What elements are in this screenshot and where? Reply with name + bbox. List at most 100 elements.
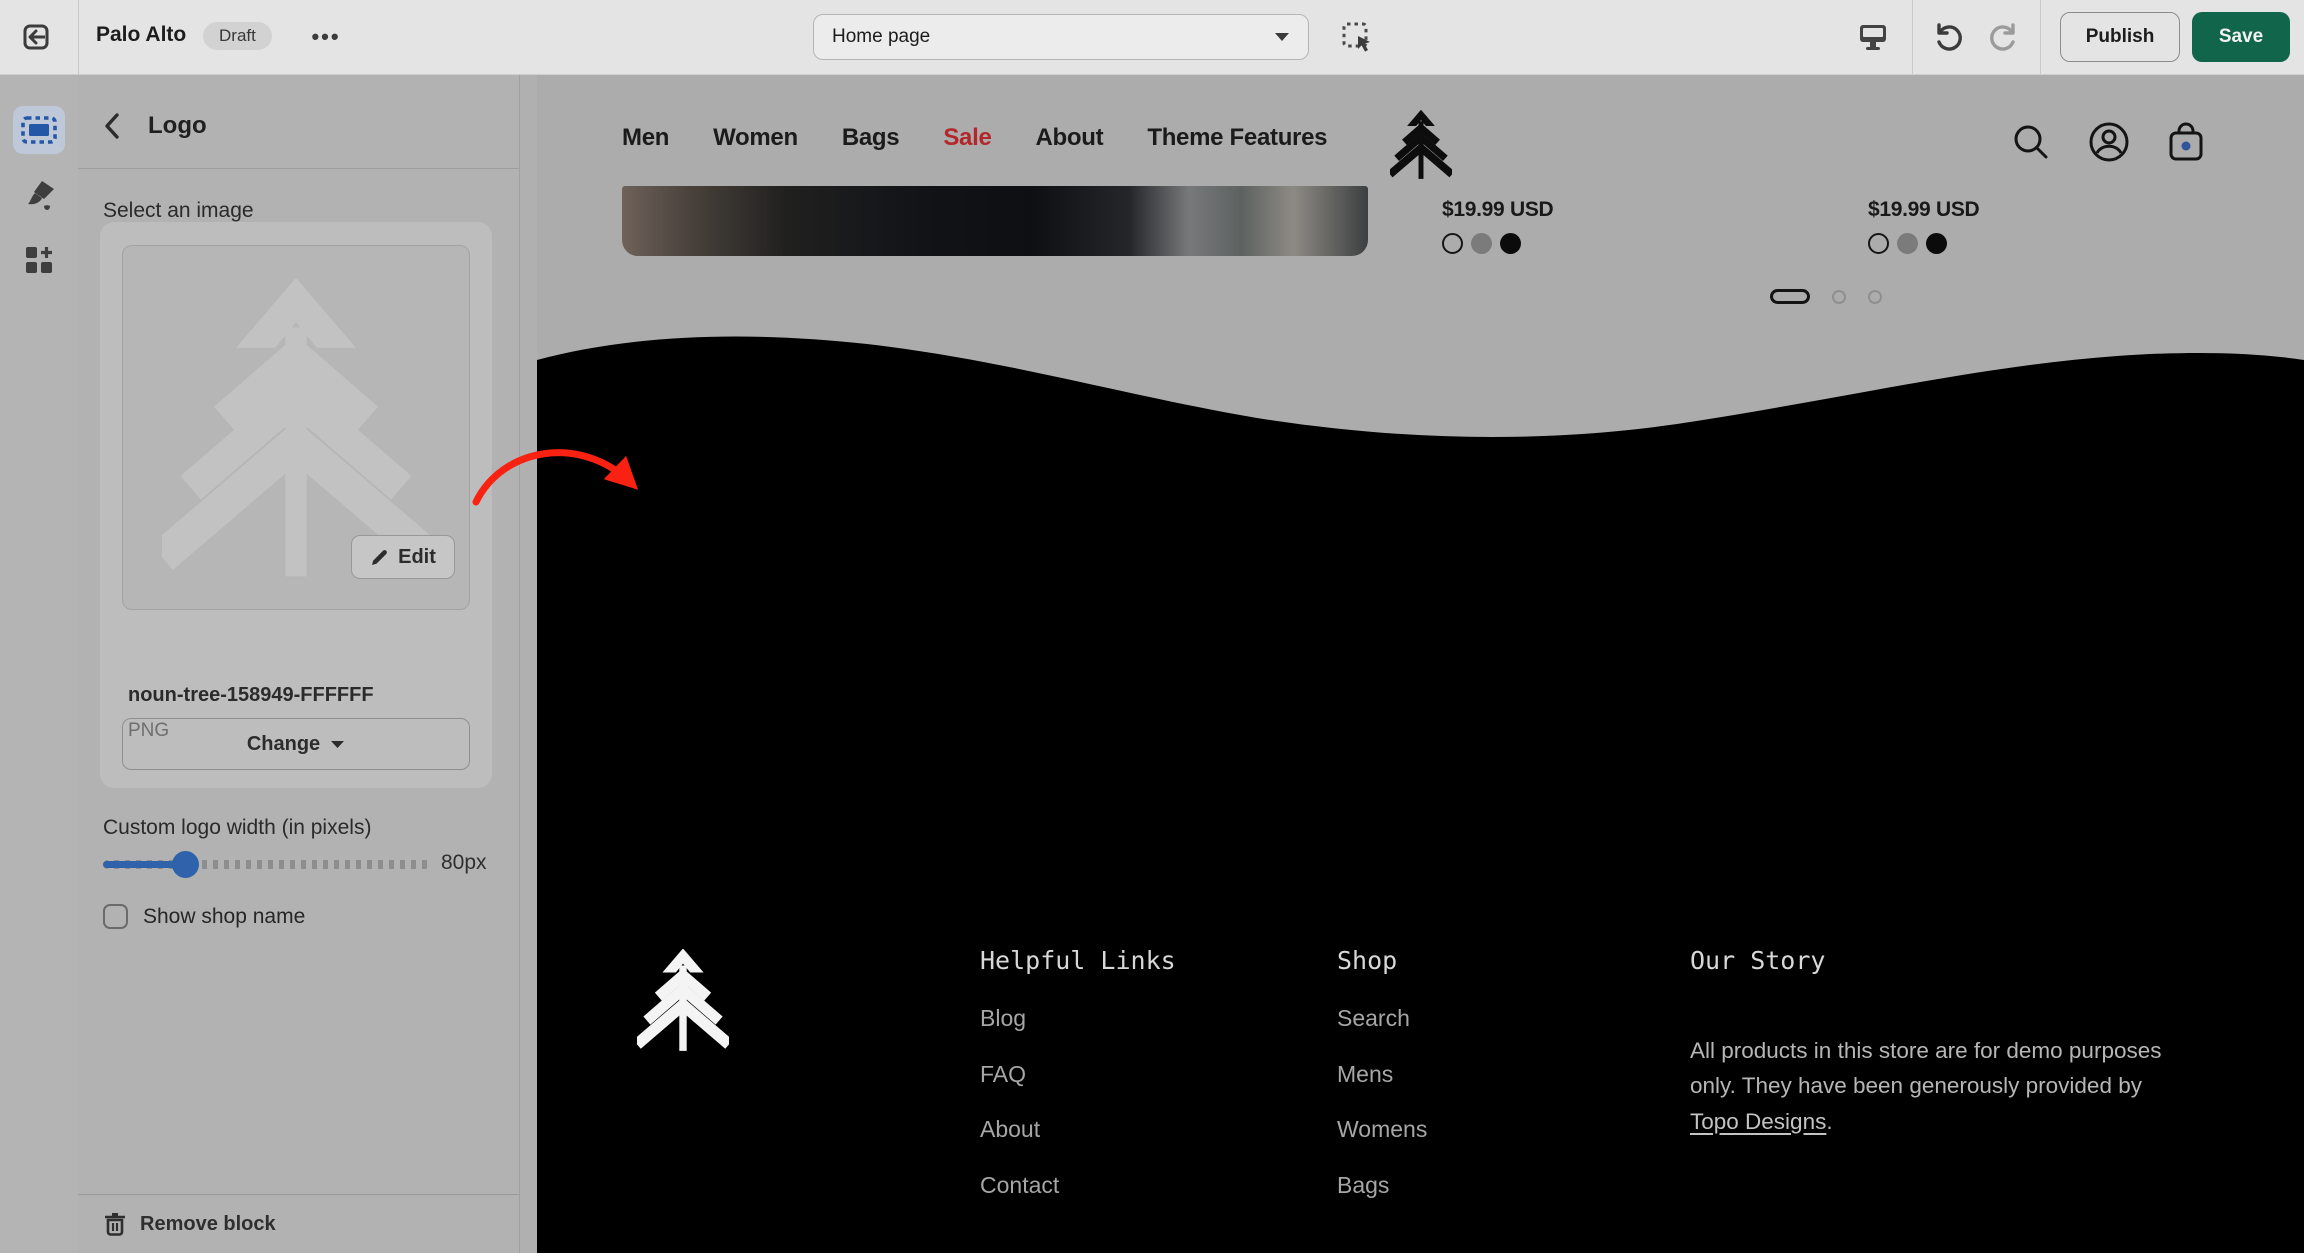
product-price: $19.99 USD [1868, 198, 1979, 222]
undo-button[interactable] [1926, 15, 1972, 59]
topbar-divider [2040, 0, 2041, 74]
nav-link-women[interactable]: Women [713, 124, 798, 152]
chevron-left-icon [104, 113, 120, 139]
panel-title: Logo [148, 112, 207, 140]
nav-link-men[interactable]: Men [622, 124, 669, 152]
footer-link-mens[interactable]: Mens [1337, 1061, 1393, 1088]
back-button[interactable] [94, 108, 130, 144]
block-settings-panel: Logo Select an image Edit noun-tree-1589… [78, 74, 520, 1253]
carousel-pagination [1770, 289, 1882, 304]
product-card: $19.99 USD [1868, 198, 1979, 254]
trash-icon [104, 1212, 126, 1236]
carousel-dot[interactable] [1832, 290, 1846, 304]
carousel-dot-active[interactable] [1770, 289, 1810, 304]
swatch-white[interactable] [1442, 233, 1463, 254]
store-nav: Men Women Bags Sale About Theme Features [622, 124, 1327, 152]
story-text-before: All products in this store are for demo … [1690, 1038, 2161, 1099]
redo-icon [1987, 22, 2019, 52]
theme-title: Palo Alto [96, 23, 186, 47]
panel-header: Logo [78, 74, 519, 169]
rail-item-apps[interactable] [13, 236, 65, 284]
exit-icon [21, 22, 51, 52]
logo-width-slider[interactable]: 80px [103, 849, 495, 879]
nav-link-sale[interactable]: Sale [943, 124, 991, 152]
nav-link-about[interactable]: About [1036, 124, 1104, 152]
topo-designs-link[interactable]: Topo Designs [1690, 1109, 1826, 1134]
show-shop-name-row: Show shop name [103, 904, 305, 929]
chevron-down-icon [1274, 32, 1290, 42]
footer-heading-helpful-links: Helpful Links [980, 946, 1176, 975]
swatch-black[interactable] [1500, 233, 1521, 254]
editor-rail [0, 74, 79, 1253]
show-shop-name-label: Show shop name [143, 905, 305, 929]
edit-image-label: Edit [398, 546, 436, 569]
edit-image-button[interactable]: Edit [351, 535, 455, 579]
apps-icon [23, 244, 55, 276]
product-image[interactable] [622, 186, 1368, 256]
slider-thumb[interactable] [172, 851, 199, 878]
publish-button[interactable]: Publish [2060, 12, 2180, 62]
exit-editor-button[interactable] [14, 17, 58, 57]
more-actions-button[interactable]: ••• [306, 18, 346, 56]
tree-logo-preview [162, 279, 430, 577]
footer-link-about[interactable]: About [980, 1116, 1040, 1143]
image-file-name: noun-tree-158949-FFFFFF [128, 684, 374, 707]
image-picker-card: Edit noun-tree-158949-FFFFFF PNG Change [100, 222, 492, 788]
store-preview: Men Women Bags Sale About Theme Features… [537, 74, 2304, 1253]
status-badge: Draft [203, 22, 272, 50]
image-picker-label: Select an image [103, 199, 254, 223]
nav-link-theme-features[interactable]: Theme Features [1147, 124, 1327, 152]
change-image-button[interactable]: Change [122, 718, 470, 770]
swatch-gray[interactable] [1471, 233, 1492, 254]
account-icon[interactable] [2087, 120, 2131, 164]
footer-heading-shop: Shop [1337, 946, 1397, 975]
footer-link-contact[interactable]: Contact [980, 1172, 1059, 1199]
rail-item-sections[interactable] [13, 106, 65, 154]
swatch-row [1442, 233, 1553, 254]
rail-item-theme-settings[interactable] [13, 172, 65, 220]
remove-block-button[interactable]: Remove block [78, 1194, 519, 1253]
product-price: $19.99 USD [1442, 198, 1553, 222]
redo-button[interactable] [1980, 15, 2026, 59]
product-card: $19.99 USD [1442, 198, 1553, 254]
search-icon[interactable] [2009, 120, 2053, 164]
pencil-icon [370, 548, 389, 567]
undo-icon [1933, 22, 1965, 52]
chevron-down-icon [330, 740, 345, 749]
tree-logo-icon [1390, 110, 1452, 179]
paintbrush-icon [22, 179, 56, 213]
footer-story-text: All products in this store are for demo … [1690, 1033, 2168, 1140]
footer-link-blog[interactable]: Blog [980, 1005, 1026, 1032]
cart-count-dot [2182, 142, 2191, 151]
carousel-dot[interactable] [1868, 290, 1882, 304]
page-selector[interactable]: Home page [813, 14, 1309, 60]
topbar-divider [1912, 0, 1913, 74]
tree-logo-icon [637, 949, 729, 1051]
swatch-white[interactable] [1868, 233, 1889, 254]
story-text-after: . [1826, 1109, 1832, 1134]
swatch-row [1868, 233, 1979, 254]
save-button[interactable]: Save [2192, 12, 2290, 62]
swatch-black[interactable] [1926, 233, 1947, 254]
inspector-icon [1340, 20, 1374, 54]
footer-link-search[interactable]: Search [1337, 1005, 1410, 1032]
nav-link-bags[interactable]: Bags [842, 124, 900, 152]
cart-icon[interactable] [2165, 120, 2207, 164]
store-footer: Helpful Links Blog FAQ About Contact Sho… [537, 456, 2304, 1253]
store-header-icons [2009, 120, 2207, 164]
logo-width-value: 80px [441, 851, 487, 875]
logo-image-thumbnail[interactable]: Edit [122, 245, 470, 610]
desktop-icon [1858, 23, 1888, 51]
swatch-gray[interactable] [1897, 233, 1918, 254]
footer-link-womens[interactable]: Womens [1337, 1116, 1427, 1143]
page-selector-value: Home page [832, 26, 930, 48]
device-preview-button[interactable] [1850, 15, 1896, 59]
inspect-element-toggle[interactable] [1334, 15, 1380, 59]
store-logo[interactable] [1390, 110, 1452, 184]
show-shop-name-checkbox[interactable] [103, 904, 128, 929]
remove-block-label: Remove block [140, 1213, 276, 1236]
footer-heading-our-story: Our Story [1690, 946, 1825, 975]
footer-link-bags[interactable]: Bags [1337, 1172, 1389, 1199]
change-image-label: Change [247, 733, 320, 756]
footer-link-faq[interactable]: FAQ [980, 1061, 1026, 1088]
